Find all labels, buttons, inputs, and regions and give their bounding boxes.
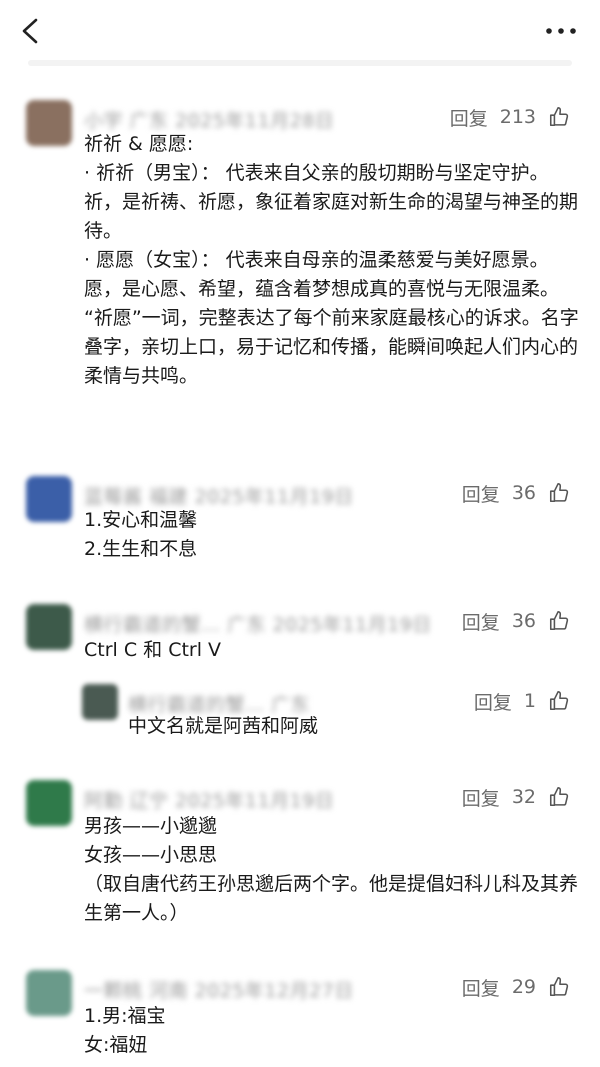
like-count: 213 xyxy=(499,106,536,128)
comment-meta: 小宇 广东 2025年11月28日 xyxy=(84,110,335,132)
comment-text: Ctrl C 和 Ctrl V xyxy=(84,639,222,661)
like-count: 36 xyxy=(511,610,536,632)
comment-text: 1.安心和温馨 2.生生和不息 xyxy=(84,509,198,560)
comment-actions: 回复 36 xyxy=(462,476,570,510)
like-count: 1 xyxy=(523,690,536,712)
comment-meta: 蓝莓酱 福建 2025年11月19日 xyxy=(84,486,354,508)
back-arrow-icon[interactable] xyxy=(14,14,48,48)
like-count: 32 xyxy=(511,786,536,808)
comment-actions: 回复 29 xyxy=(462,970,570,1004)
like-count: 36 xyxy=(511,482,536,504)
thumbs-up-icon[interactable] xyxy=(548,786,570,808)
header-divider xyxy=(28,60,572,66)
avatar[interactable] xyxy=(26,780,72,826)
reply-text: 中文名就是阿茜和阿威 xyxy=(128,715,319,737)
comment-meta: 一颗桃 河南 2025年12月27日 xyxy=(84,980,354,1002)
avatar[interactable] xyxy=(26,100,72,146)
like-count: 29 xyxy=(511,976,536,998)
thumbs-up-icon[interactable] xyxy=(548,976,570,998)
comment-text: 男孩——小邈邈 女孩——小思思 （取自唐代药王孙思邈后两个字。他是提倡妇科儿科及… xyxy=(84,815,579,924)
reply-button[interactable]: 回复 xyxy=(462,480,500,507)
comment-actions: 回复 36 xyxy=(462,604,570,638)
comment-actions: 回复 32 xyxy=(462,780,570,814)
top-bar xyxy=(0,0,600,62)
reply-button[interactable]: 回复 xyxy=(462,974,500,1001)
thumbs-up-icon[interactable] xyxy=(548,690,570,712)
avatar[interactable] xyxy=(26,970,72,1016)
thumbs-up-icon[interactable] xyxy=(548,610,570,632)
reply-button[interactable]: 回复 xyxy=(450,104,488,131)
reply-button[interactable]: 回复 xyxy=(462,608,500,635)
avatar[interactable] xyxy=(82,684,118,720)
reply-button[interactable]: 回复 xyxy=(474,688,512,715)
avatar[interactable] xyxy=(26,476,72,522)
comment-meta: 阿勤 辽宁 2025年11月19日 xyxy=(84,790,335,812)
thumbs-up-icon[interactable] xyxy=(548,482,570,504)
avatar[interactable] xyxy=(26,604,72,650)
more-options-icon[interactable] xyxy=(544,22,578,40)
reply-button[interactable]: 回复 xyxy=(462,784,500,811)
comment-meta: 横行霸道的蟹… 广东 2025年11月19日 xyxy=(84,614,432,636)
comment-actions: 回复 213 xyxy=(450,100,570,134)
comment-text: 1.男:福宝 女:福妞 xyxy=(84,1005,166,1056)
comment-text: 祈祈 & 愿愿: · 祈祈（男宝）： 代表来自父亲的殷切期盼与坚定守护。祈，是祈… xyxy=(84,133,579,387)
thumbs-up-icon[interactable] xyxy=(548,106,570,128)
